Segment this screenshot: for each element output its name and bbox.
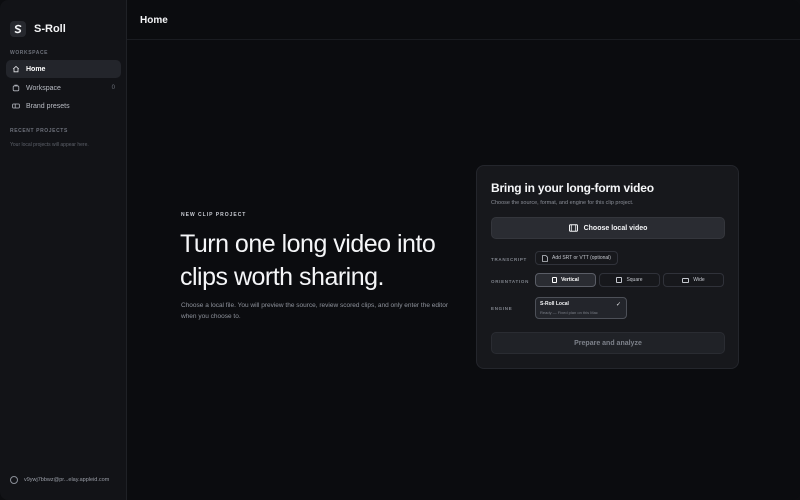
page-header: Home xyxy=(127,0,800,40)
hero-title: Turn one long video into clips worth sha… xyxy=(180,230,436,291)
prepare-and-analyze-label: Prepare and analyze xyxy=(574,339,642,347)
orientation-square-option[interactable]: Square xyxy=(599,273,660,287)
user-email: v9ywj7bbwz@pr...elay.appleid.com xyxy=(24,477,110,483)
brand[interactable]: S-Roll xyxy=(10,20,66,38)
choose-local-video-button[interactable]: Choose local video xyxy=(491,217,725,239)
workspace-count: 0 xyxy=(111,85,115,91)
wide-frame-icon xyxy=(682,277,690,283)
home-icon xyxy=(12,65,20,73)
add-transcript-button[interactable]: Add SRT or VTT (optional) xyxy=(535,251,618,265)
recent-projects-empty: Your local projects will appear here. xyxy=(10,142,89,148)
folder-icon xyxy=(12,84,20,92)
add-transcript-label: Add SRT or VTT (optional) xyxy=(552,255,611,261)
sidebar: S-Roll WORKSPACE Home Workspace 0 Brand … xyxy=(0,0,127,500)
presets-icon xyxy=(12,103,20,109)
sidebar-item-workspace[interactable]: Workspace 0 xyxy=(6,79,121,97)
orientation-label-text: Wide xyxy=(693,277,705,283)
orientation-label: ORIENTATION xyxy=(491,279,530,284)
sidebar-item-label: Home xyxy=(26,65,46,73)
file-icon xyxy=(542,254,548,262)
app-name: S-Roll xyxy=(34,23,66,35)
hero-description: Choose a local file. You will preview th… xyxy=(181,302,449,320)
engine-name: S-Roll Local xyxy=(540,301,569,307)
square-frame-icon xyxy=(616,277,623,283)
orientation-label-text: Vertical xyxy=(561,277,579,283)
choose-local-video-label: Choose local video xyxy=(583,224,648,232)
hero-eyebrow: NEW CLIP PROJECT xyxy=(181,212,247,218)
film-icon xyxy=(568,224,578,232)
orientation-vertical-option[interactable]: Vertical xyxy=(535,273,596,287)
engine-status: Ready — Fixed plan on this Mac xyxy=(540,310,598,315)
sidebar-item-label: Brand presets xyxy=(26,102,70,110)
orientation-label-text: Square xyxy=(626,277,643,283)
account-menu[interactable]: v9ywj7bbwz@pr...elay.appleid.com xyxy=(10,476,109,484)
card-title: Bring in your long-form video xyxy=(491,181,654,195)
card-subtitle: Choose the source, format, and engine fo… xyxy=(491,200,634,206)
sidebar-item-home[interactable]: Home xyxy=(6,60,121,78)
sidebar-item-brand-presets[interactable]: Brand presets xyxy=(6,97,121,115)
vertical-frame-icon xyxy=(552,277,558,283)
engine-label: ENGINE xyxy=(491,306,513,311)
prepare-and-analyze-button[interactable]: Prepare and analyze xyxy=(491,332,725,354)
app-window: S-Roll WORKSPACE Home Workspace 0 Brand … xyxy=(0,0,800,500)
import-card: Bring in your long-form video Choose the… xyxy=(476,165,739,369)
engine-option-s-roll-local[interactable]: S-Roll Local Ready — Fixed plan on this … xyxy=(535,297,627,319)
page-title: Home xyxy=(140,15,168,26)
recent-projects-label: RECENT PROJECTS xyxy=(10,128,68,134)
sidebar-item-label: Workspace xyxy=(26,84,61,92)
workspace-section-label: WORKSPACE xyxy=(10,50,49,56)
logo-icon xyxy=(10,21,26,37)
user-icon xyxy=(10,476,18,484)
transcript-label: TRANSCRIPT xyxy=(491,257,527,262)
orientation-wide-option[interactable]: Wide xyxy=(663,273,724,287)
check-icon: ✓ xyxy=(615,302,621,308)
